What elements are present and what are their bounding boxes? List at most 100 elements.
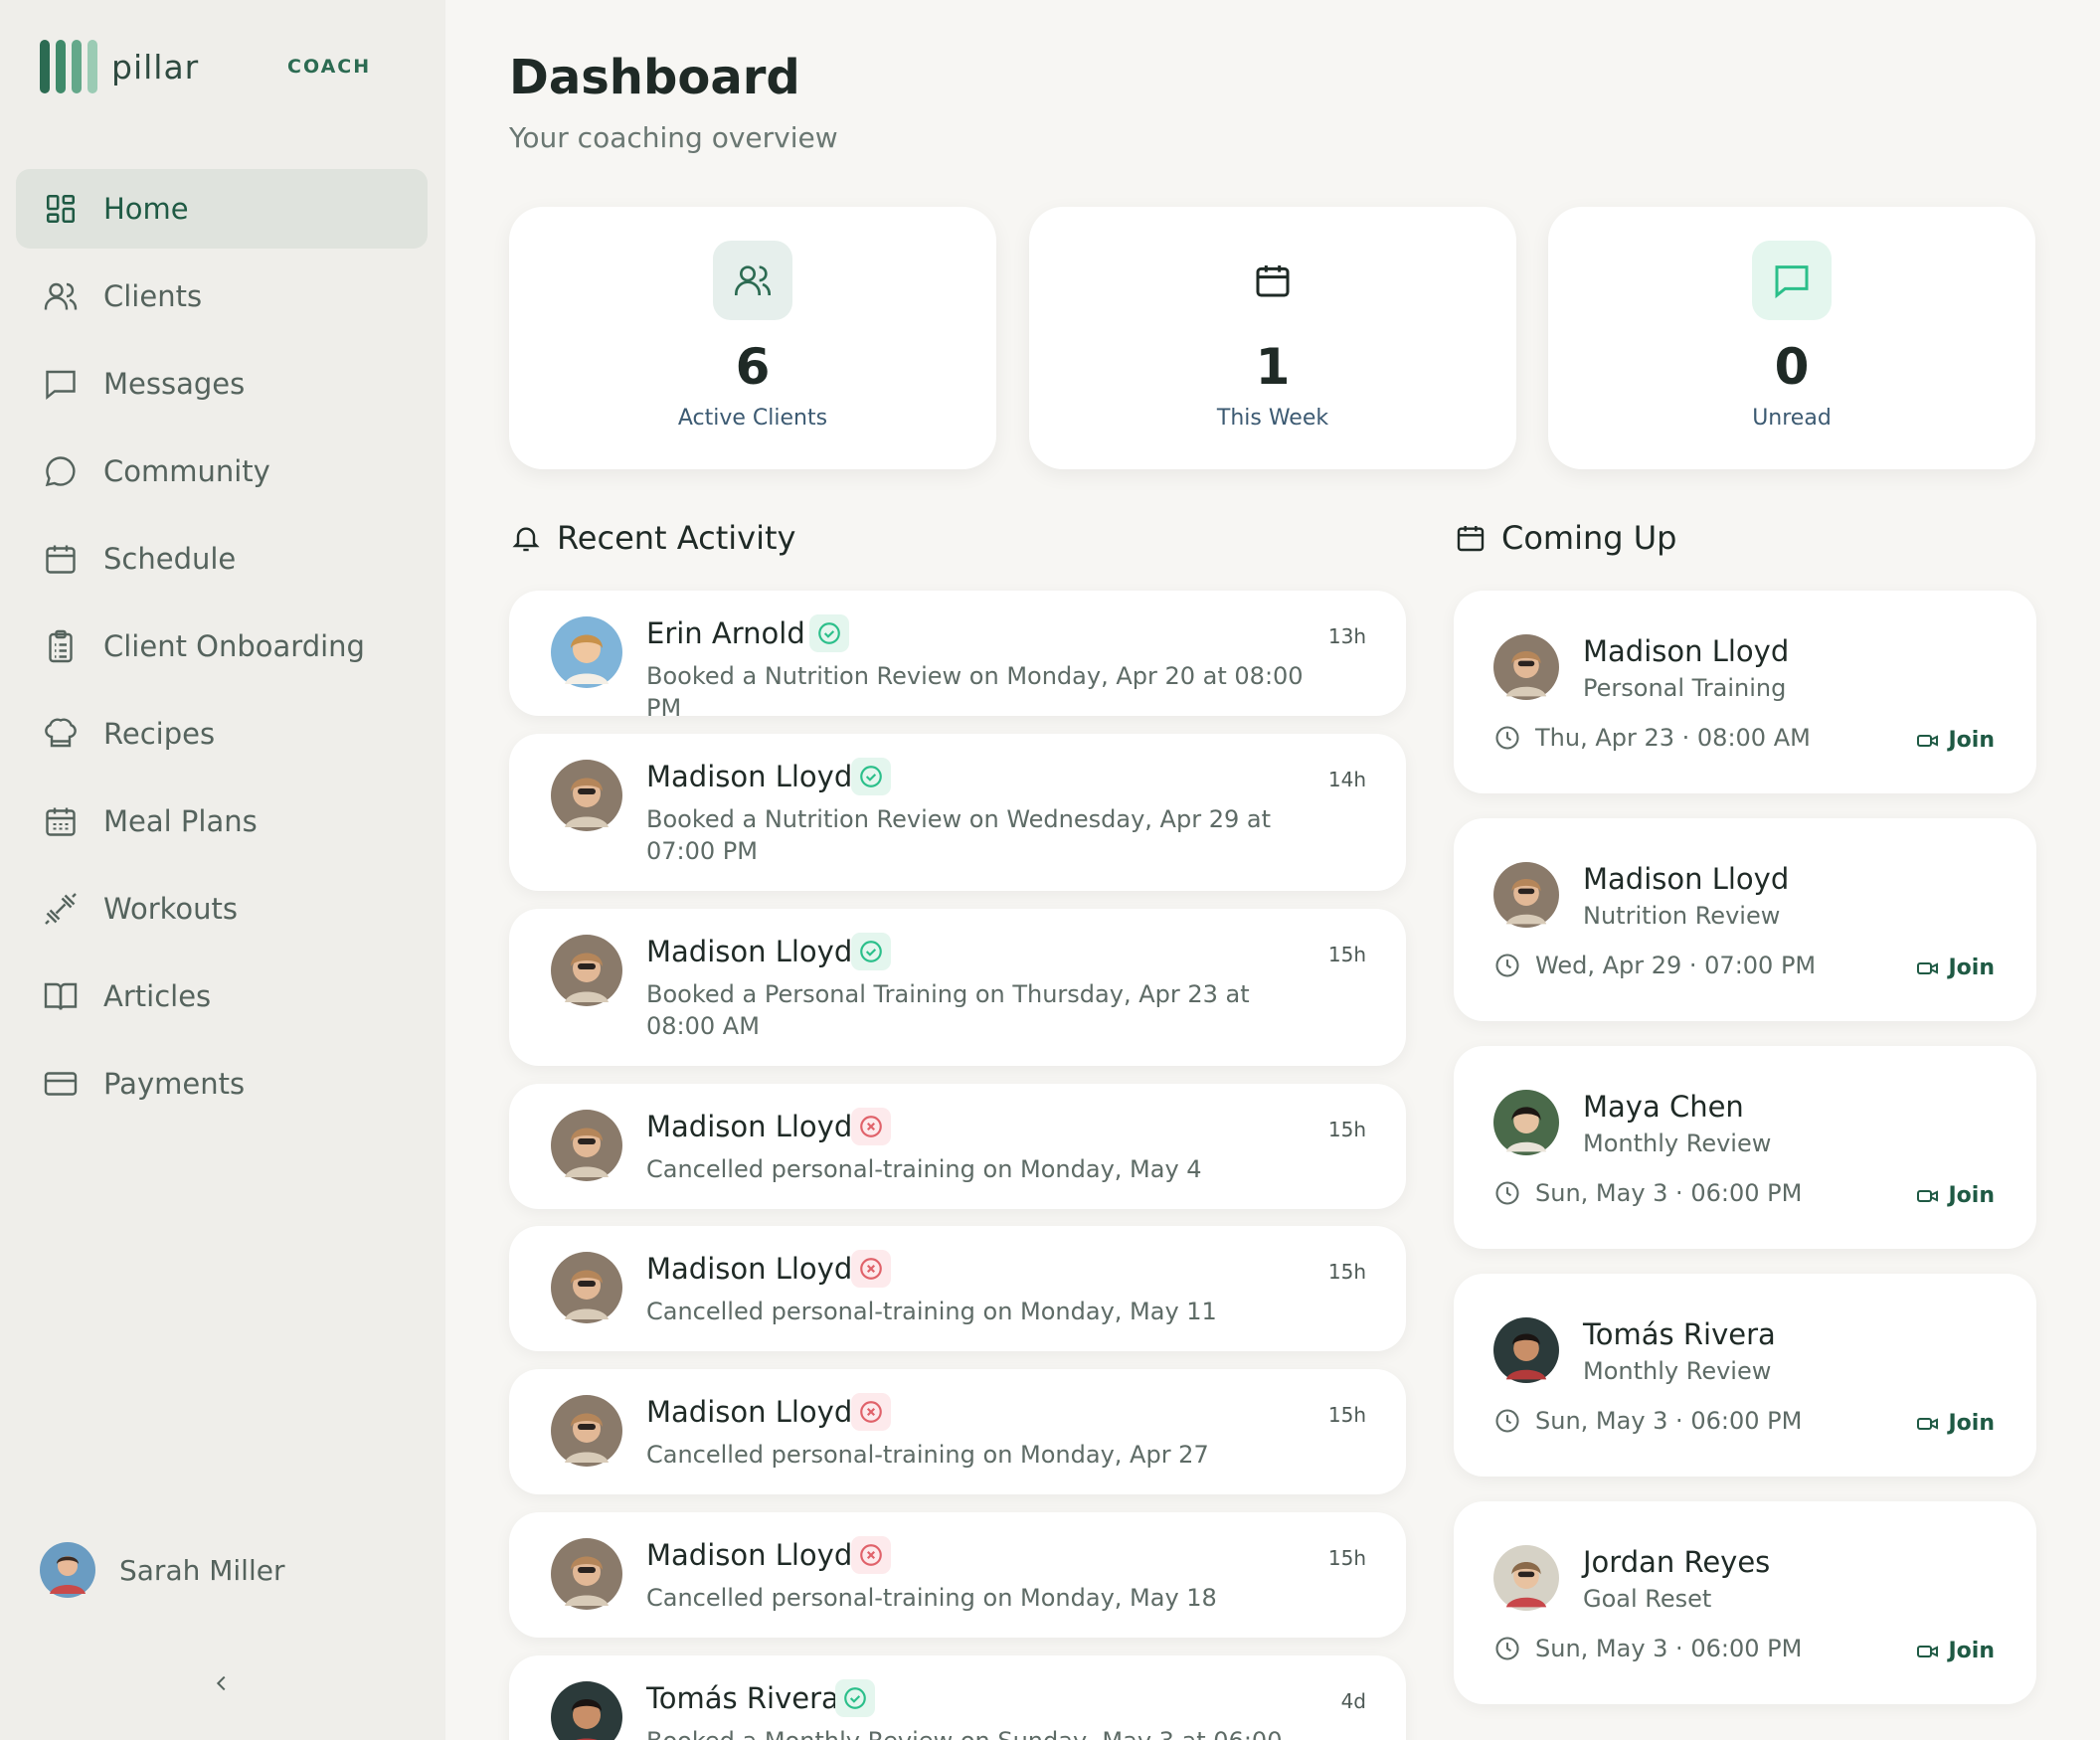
activity-description: Cancelled personal-training on Monday, M… [646, 1298, 1217, 1325]
client-name: Madison Lloyd [1583, 634, 1790, 668]
stat-value: 6 [735, 338, 771, 396]
upcoming-session-card[interactable]: Tomás Rivera Monthly Review Sun, May 3 ·… [1454, 1274, 2036, 1477]
client-name: Madison Lloyd [646, 1110, 853, 1143]
sidebar-item-meal-plans[interactable]: Meal Plans [16, 782, 428, 861]
avatar [1493, 1090, 1559, 1155]
session-type: Nutrition Review [1583, 902, 1781, 930]
sidebar-item-label: Articles [103, 979, 212, 1013]
bell-icon [509, 521, 543, 555]
activity-item[interactable]: Erin Arnold 13h Booked a Nutrition Revie… [509, 591, 1406, 722]
join-button[interactable]: Join [1916, 956, 1995, 980]
activity-time: 15h [1327, 1118, 1366, 1141]
activity-description: Booked a Nutrition Review on Monday, Apr… [646, 662, 1304, 722]
brand-logo[interactable]: pillar [40, 40, 199, 93]
sidebar-item-label: Messages [103, 367, 246, 401]
sidebar-item-recipes[interactable]: Recipes [16, 694, 428, 774]
upcoming-session-card[interactable]: Maya Chen Monthly Review Sun, May 3 · 06… [1454, 1046, 2036, 1249]
stat-label: Unread [1752, 406, 1832, 431]
sidebar-item-clients[interactable]: Clients [16, 257, 428, 336]
avatar [551, 1110, 622, 1181]
activity-item[interactable]: Madison Lloyd 14h Booked a Nutrition Rev… [509, 734, 1406, 891]
sidebar-item-client-onboarding[interactable]: Client Onboarding [16, 607, 428, 686]
page-title: Dashboard [509, 50, 800, 105]
video-icon [1917, 1645, 1939, 1657]
activity-item[interactable]: Madison Lloyd 15h Cancelled personal-tra… [509, 1369, 1406, 1494]
client-name: Maya Chen [1583, 1090, 1744, 1124]
upcoming-session-card[interactable]: Madison Lloyd Nutrition Review Wed, Apr … [1454, 818, 2036, 1021]
sidebar-item-articles[interactable]: Articles [16, 957, 428, 1036]
sidebar-item-label: Payments [103, 1067, 246, 1101]
recent-activity-heading: Recent Activity [509, 519, 795, 557]
page-subtitle: Your coaching overview [509, 121, 838, 154]
join-button[interactable]: Join [1916, 728, 1995, 753]
activity-item[interactable]: Madison Lloyd 15h Booked a Personal Trai… [509, 909, 1406, 1066]
join-button[interactable]: Join [1916, 1639, 1995, 1663]
avatar [40, 1542, 95, 1598]
collapse-sidebar-button[interactable] [205, 1666, 239, 1700]
avatar [1493, 634, 1559, 700]
clock-icon [1495, 1181, 1519, 1205]
join-button[interactable]: Join [1916, 1411, 1995, 1436]
sidebar-item-label: Workouts [103, 892, 239, 926]
client-name: Madison Lloyd [646, 935, 853, 968]
chevron-left-icon [216, 1675, 226, 1691]
client-name: Madison Lloyd [646, 760, 853, 793]
upcoming-session-card[interactable]: Jordan Reyes Goal Reset Sun, May 3 · 06:… [1454, 1501, 2036, 1704]
upcoming-session-card[interactable]: Madison Lloyd Personal Training Thu, Apr… [1454, 591, 2036, 793]
video-icon [1917, 734, 1939, 747]
sidebar-item-label: Community [103, 454, 270, 488]
stat-label: This Week [1216, 406, 1329, 431]
home-grid-icon [42, 190, 80, 228]
users-icon [42, 277, 80, 315]
stat-card-this-week[interactable]: 1 This Week [1029, 207, 1516, 469]
check-circle-icon [851, 758, 891, 795]
activity-item[interactable]: Tomás Rivera 4d Booked a Monthly Review … [509, 1655, 1406, 1740]
stat-label: Active Clients [677, 406, 828, 431]
activity-description: Booked a Monthly Review on Sunday, May 3… [646, 1725, 1322, 1740]
activity-time: 4d [1340, 1689, 1366, 1713]
sidebar-item-label: Schedule [103, 542, 237, 576]
activity-item[interactable]: Madison Lloyd 15h Cancelled personal-tra… [509, 1226, 1406, 1351]
x-circle-icon [851, 1250, 891, 1288]
stat-card-active-clients[interactable]: 6 Active Clients [509, 207, 996, 469]
client-name: Madison Lloyd [646, 1538, 853, 1572]
avatar [1493, 862, 1559, 928]
sidebar-item-label: Clients [103, 279, 203, 313]
session-time: Thu, Apr 23 · 08:00 AM [1493, 724, 1811, 752]
session-time: Sun, May 3 · 06:00 PM [1493, 1407, 1802, 1435]
sidebar-item-messages[interactable]: Messages [16, 344, 428, 424]
sidebar-item-schedule[interactable]: Schedule [16, 519, 428, 599]
dumbbell-icon [42, 890, 80, 928]
session-time: Sun, May 3 · 06:00 PM [1493, 1179, 1802, 1207]
activity-item[interactable]: Madison Lloyd 15h Cancelled personal-tra… [509, 1084, 1406, 1209]
calendar-icon [1233, 241, 1312, 320]
user-profile[interactable]: Sarah Miller [40, 1542, 284, 1598]
stat-card-unread[interactable]: 0 Unread [1548, 207, 2035, 469]
sidebar-item-label: Client Onboarding [103, 629, 365, 663]
activity-description: Booked a Nutrition Review on Wednesday, … [646, 805, 1271, 865]
session-type: Monthly Review [1583, 1130, 1772, 1157]
sidebar-item-community[interactable]: Community [16, 432, 428, 511]
avatar [551, 1252, 622, 1323]
calendar-icon [42, 540, 80, 578]
activity-item[interactable]: Madison Lloyd 15h Cancelled personal-tra… [509, 1512, 1406, 1638]
activity-time: 13h [1327, 624, 1366, 648]
sidebar-item-payments[interactable]: Payments [16, 1044, 428, 1124]
sidebar-item-label: Home [103, 192, 189, 226]
check-circle-icon [809, 614, 849, 652]
client-name: Madison Lloyd [1583, 862, 1790, 896]
client-name: Erin Arnold [646, 616, 805, 650]
sidebar-item-label: Recipes [103, 717, 216, 751]
sidebar-item-workouts[interactable]: Workouts [16, 869, 428, 949]
video-icon [1917, 1417, 1939, 1430]
join-button[interactable]: Join [1916, 1183, 1995, 1208]
session-time: Wed, Apr 29 · 07:00 PM [1493, 952, 1816, 979]
activity-description: Cancelled personal-training on Monday, M… [646, 1584, 1217, 1612]
book-open-icon [42, 977, 80, 1015]
message-circle-icon [42, 452, 80, 490]
session-type: Goal Reset [1583, 1585, 1712, 1613]
session-type: Personal Training [1583, 674, 1787, 702]
x-circle-icon [851, 1536, 891, 1574]
message-square-icon [1752, 241, 1832, 320]
sidebar-item-home[interactable]: Home [16, 169, 428, 249]
